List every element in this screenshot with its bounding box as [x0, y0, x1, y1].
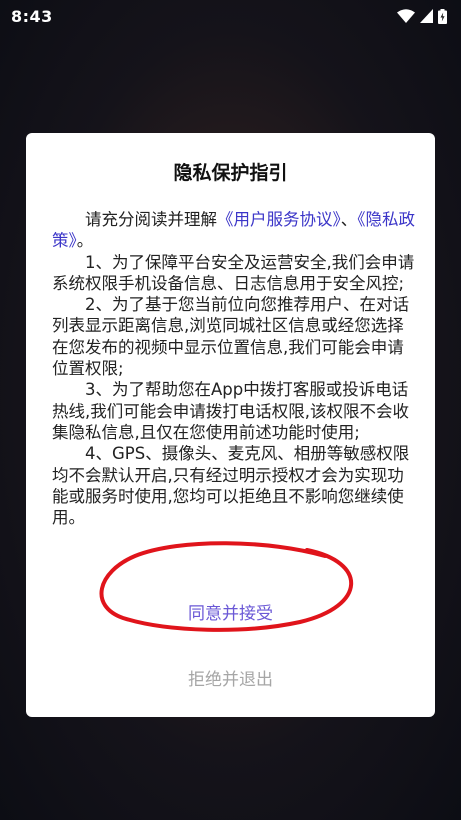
dialog-body: 请充分阅读并理解《用户服务协议》、《隐私政策》。 1、为了保障平台安全及运营安全… [52, 209, 418, 528]
wifi-icon [397, 9, 415, 23]
permission-item-2: 2、为了基于您当前位向您推荐用户、在对话列表显示距离信息,浏览同城社区信息或经您… [52, 295, 409, 379]
status-icons [397, 8, 447, 24]
dialog-title: 隐私保护指引 [173, 162, 288, 184]
intro-paragraph: 请充分阅读并理解《用户服务协议》、《隐私政策》。 [52, 209, 418, 252]
intro-suffix: 。 [76, 231, 94, 251]
battery-charging-icon [438, 8, 447, 24]
status-time: 8:43 [11, 6, 53, 26]
signal-icon [420, 9, 433, 23]
user-agreement-link[interactable]: 《用户服务协议》 [217, 210, 341, 229]
permission-item-4: 4、GPS、摄像头、麦克风、相册等敏感权限均不会默认开启,只有经过明示授权才会为… [52, 444, 410, 528]
intro-prefix: 请充分阅读并理解 [85, 210, 217, 229]
permission-item-3: 3、为了帮助您在App中拨打客服或投诉电话热线,我们可能会申请拨打电话权限,该权… [52, 380, 409, 442]
permission-item-1: 1、为了保障平台安全及运营安全,我们会申请系统权限手机设备信息、日志信息用于安全… [52, 252, 415, 293]
accept-button[interactable]: 同意并接受 [26, 593, 435, 630]
privacy-dialog: 隐私保护指引 请充分阅读并理解《用户服务协议》、《隐私政策》。 1、为了保障平台… [26, 133, 435, 717]
status-bar: 8:43 [0, 0, 461, 32]
reject-button[interactable]: 拒绝并退出 [26, 659, 435, 696]
intro-separator: 、 [340, 210, 358, 229]
